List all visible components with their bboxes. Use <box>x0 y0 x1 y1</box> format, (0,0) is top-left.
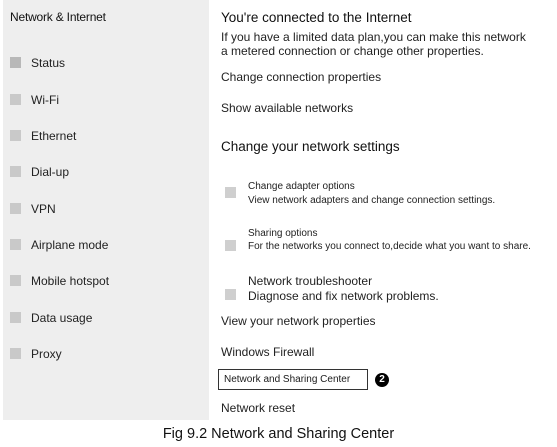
sidebar-item-mobile-hotspot[interactable]: Mobile hotspot <box>3 268 209 294</box>
sidebar: Network & Internet Status Wi-Fi Ethernet… <box>3 0 209 420</box>
option-title: Change adapter options <box>248 181 355 192</box>
network-sharing-center-link[interactable]: Network and Sharing Center <box>218 369 368 390</box>
sidebar-item-ethernet[interactable]: Ethernet <box>3 123 209 149</box>
adapter-icon <box>225 187 236 198</box>
sidebar-title: Network & Internet <box>10 10 106 24</box>
vpn-icon <box>10 203 21 214</box>
dial-up-icon <box>10 166 21 177</box>
status-icon <box>10 57 21 68</box>
sidebar-item-dial-up[interactable]: Dial-up <box>3 159 209 185</box>
sidebar-item-label: Mobile hotspot <box>31 274 110 288</box>
sidebar-item-label: Data usage <box>31 311 93 325</box>
sidebar-item-vpn[interactable]: VPN <box>3 196 209 222</box>
option-description: Diagnose and fix network problems. <box>248 289 439 303</box>
ethernet-icon <box>10 130 21 141</box>
status-description-line1: If you have a limited data plan,you can … <box>221 30 526 44</box>
figure-caption: Fig 9.2 Network and Sharing Center <box>162 426 395 442</box>
option-title: Sharing options <box>248 228 318 239</box>
status-heading: You're connected to the Internet <box>221 10 412 25</box>
sharing-icon <box>225 240 236 251</box>
sidebar-item-proxy[interactable]: Proxy <box>3 341 209 367</box>
option-title: Network troubleshooter <box>248 274 373 288</box>
option-description: View network adapters and change connect… <box>248 195 496 206</box>
option-description: For the networks you connect to,decide w… <box>248 241 531 252</box>
show-available-networks-link[interactable]: Show available networks <box>221 101 353 115</box>
sidebar-item-label: Dial-up <box>31 165 70 179</box>
sidebar-item-label: VPN <box>31 202 56 216</box>
wifi-icon <box>10 94 21 105</box>
sidebar-item-airplane-mode[interactable]: Airplane mode <box>3 232 209 258</box>
network-reset-link[interactable]: Network reset <box>221 401 295 415</box>
airplane-icon <box>10 239 21 250</box>
data-usage-icon <box>10 312 21 323</box>
sidebar-item-wifi[interactable]: Wi-Fi <box>3 87 209 113</box>
main-panel: You're connected to the Internet If you … <box>218 0 557 420</box>
sidebar-item-status[interactable]: Status <box>3 50 209 76</box>
status-description-line2: a metered connection or change other pro… <box>221 44 484 58</box>
callout-marker: 2 <box>375 373 389 387</box>
windows-firewall-link[interactable]: Windows Firewall <box>221 345 314 359</box>
hotspot-icon <box>10 275 21 286</box>
sidebar-item-label: Proxy <box>31 347 62 361</box>
proxy-icon <box>10 348 21 359</box>
settings-heading: Change your network settings <box>221 139 400 154</box>
sidebar-item-label: Status <box>31 56 66 70</box>
troubleshooter-icon <box>225 289 236 300</box>
sidebar-item-label: Wi-Fi <box>31 93 59 107</box>
sidebar-item-label: Ethernet <box>31 129 77 143</box>
change-connection-properties-link[interactable]: Change connection properties <box>221 70 381 84</box>
sidebar-item-data-usage[interactable]: Data usage <box>3 305 209 331</box>
view-network-properties-link[interactable]: View your network properties <box>221 314 376 328</box>
sidebar-item-label: Airplane mode <box>31 238 109 252</box>
